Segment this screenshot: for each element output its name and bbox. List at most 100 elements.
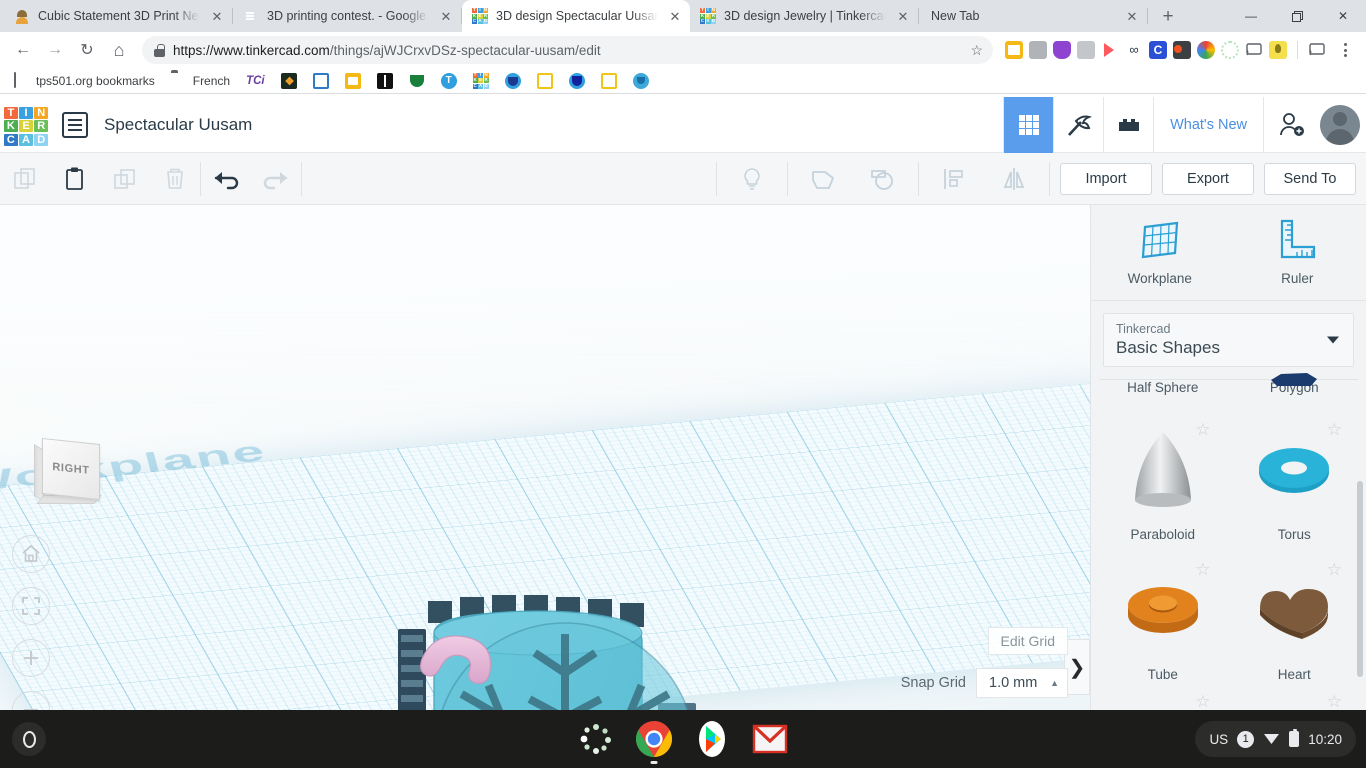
- shape-item-torus[interactable]: ☆ Torus: [1229, 410, 1361, 550]
- group-icon[interactable]: [798, 162, 848, 196]
- bookmark-item[interactable]: TCi: [240, 73, 271, 89]
- zoom-in-icon[interactable]: [12, 639, 50, 677]
- fit-to-view-icon[interactable]: [12, 587, 50, 625]
- cast-device-icon[interactable]: [1308, 41, 1326, 59]
- tinkercad-logo[interactable]: TIN KER CAD: [2, 105, 50, 146]
- whats-new-link[interactable]: What's New: [1153, 96, 1264, 153]
- forward-button[interactable]: →: [40, 35, 70, 65]
- shape-item-next[interactable]: ☆: [1097, 690, 1229, 710]
- lightbulb-note-icon[interactable]: [727, 162, 777, 196]
- home-button[interactable]: ⌂: [104, 35, 134, 65]
- new-tab-button[interactable]: +: [1154, 2, 1182, 30]
- invite-person-icon[interactable]: [1264, 97, 1320, 153]
- tab-close-icon[interactable]: ✕: [1123, 7, 1141, 25]
- tab-close-icon[interactable]: ✕: [208, 7, 226, 25]
- ungroup-icon[interactable]: [858, 162, 908, 196]
- bookmark-item[interactable]: T: [435, 71, 463, 91]
- shape-item-half-sphere[interactable]: Half Sphere: [1097, 380, 1229, 410]
- cast-icon[interactable]: [1245, 41, 1263, 59]
- shape-item-paraboloid[interactable]: ☆ Paraboloid: [1097, 410, 1229, 550]
- orange-dot-icon[interactable]: [1173, 41, 1191, 59]
- purple-extension-icon[interactable]: [1053, 41, 1071, 59]
- edit-grid-button[interactable]: Edit Grid: [987, 627, 1068, 655]
- page-title[interactable]: Spectacular Uusam: [104, 115, 252, 135]
- reload-button[interactable]: ↻: [72, 35, 102, 65]
- view-cube-face-label[interactable]: RIGHT: [42, 437, 100, 501]
- minimize-button[interactable]: —: [1228, 0, 1274, 32]
- colorful-circle-icon[interactable]: [1197, 41, 1215, 59]
- tab-close-icon[interactable]: ✕: [437, 7, 455, 25]
- back-button[interactable]: ←: [8, 35, 38, 65]
- infinity-icon[interactable]: ∞: [1125, 41, 1143, 59]
- bookmark-item[interactable]: [531, 71, 559, 91]
- duplicate-icon[interactable]: [100, 162, 150, 196]
- shape-item-next[interactable]: ☆: [1229, 690, 1361, 710]
- panel-scrollbar[interactable]: [1357, 481, 1363, 677]
- system-tray[interactable]: US 1 10:20: [1195, 721, 1356, 757]
- browser-tab[interactable]: New Tab ✕: [919, 0, 1147, 32]
- tab-minecraft[interactable]: [1053, 96, 1103, 153]
- chrome-icon[interactable]: [634, 719, 674, 764]
- favorite-star-icon[interactable]: ☆: [1327, 692, 1342, 710]
- bookmark-item[interactable]: [339, 71, 367, 91]
- bookmark-item[interactable]: [499, 71, 527, 91]
- designs-list-button[interactable]: [62, 111, 88, 138]
- browser-tab[interactable]: 3D printing contest. - Google Do ✕: [233, 0, 461, 32]
- browser-tab[interactable]: TIN KER CAD 3D design Jewelry | Tinkerca…: [690, 0, 918, 32]
- shape-item-polygon[interactable]: Polygon: [1229, 373, 1361, 410]
- ruler-tool[interactable]: Ruler: [1229, 205, 1366, 300]
- bookmark-item[interactable]: [595, 71, 623, 91]
- view-cube[interactable]: RIGHT: [30, 437, 102, 509]
- send-to-button[interactable]: Send To: [1264, 162, 1356, 195]
- bookmark-item[interactable]: [627, 71, 655, 91]
- bookmark-item[interactable]: TIN KER CAD: [467, 71, 495, 91]
- import-button[interactable]: Import: [1060, 162, 1152, 195]
- address-bar[interactable]: https://www.tinkercad.com/things/ajWJCrx…: [142, 36, 993, 64]
- bookmark-item[interactable]: ❖: [275, 71, 303, 91]
- browser-tab-active[interactable]: TIN KER CAD 3D design Spectacular Uusam …: [462, 0, 690, 32]
- loading-app-icon[interactable]: [576, 719, 616, 759]
- bookmark-item[interactable]: [563, 71, 591, 91]
- paste-icon[interactable]: [50, 162, 100, 196]
- mirror-icon[interactable]: [989, 162, 1039, 196]
- browser-tab[interactable]: Cubic Statement 3D Print Neckl ✕: [4, 0, 232, 32]
- blue-c-icon[interactable]: C: [1149, 41, 1167, 59]
- red-play-icon[interactable]: [1101, 41, 1119, 59]
- model-object[interactable]: [390, 593, 730, 710]
- loading-circle-icon[interactable]: [1221, 41, 1239, 59]
- undo-icon[interactable]: [201, 162, 251, 196]
- avatar[interactable]: [1320, 97, 1366, 153]
- play-store-icon[interactable]: [692, 719, 732, 759]
- shape-item-tube[interactable]: ☆ Tube: [1097, 550, 1229, 690]
- chrome-menu-button[interactable]: [1332, 37, 1358, 63]
- grey-extension-icon[interactable]: [1029, 41, 1047, 59]
- gmail-icon[interactable]: [750, 719, 790, 759]
- bookmark-item[interactable]: French: [165, 71, 236, 91]
- shape-item-heart[interactable]: ☆ Heart: [1229, 550, 1361, 690]
- shape-library-select[interactable]: Tinkercad Basic Shapes: [1103, 313, 1354, 367]
- favorite-star-icon[interactable]: ☆: [1195, 692, 1210, 710]
- google-classroom-icon[interactable]: [1005, 41, 1023, 59]
- maximize-button[interactable]: [1274, 0, 1320, 32]
- delete-icon[interactable]: [150, 162, 200, 196]
- align-icon[interactable]: [929, 162, 979, 196]
- design-canvas[interactable]: Workplane RIGHT ❯ Edit Grid Snap Grid 1.…: [0, 205, 1090, 710]
- copy-icon[interactable]: [0, 162, 50, 196]
- tab-blocks[interactable]: [1103, 96, 1153, 153]
- home-view-icon[interactable]: [12, 535, 50, 573]
- redo-icon[interactable]: [251, 162, 301, 196]
- bookmark-item[interactable]: tps501.org bookmarks: [8, 71, 161, 91]
- workplane-tool[interactable]: Workplane: [1091, 205, 1229, 300]
- tab-close-icon[interactable]: ✕: [894, 7, 912, 25]
- zoom-out-icon[interactable]: [12, 691, 50, 710]
- export-button[interactable]: Export: [1162, 162, 1254, 195]
- bookmark-item[interactable]: [403, 71, 431, 91]
- bookmark-item[interactable]: [307, 71, 335, 91]
- tab-3d-design[interactable]: [1003, 96, 1054, 153]
- close-window-button[interactable]: ✕: [1320, 0, 1366, 32]
- tab-close-icon[interactable]: ✕: [666, 7, 684, 25]
- star-icon[interactable]: ☆: [970, 42, 983, 59]
- snap-grid-select[interactable]: 1.0 mm ▲: [976, 668, 1068, 698]
- yellow-bulb-icon[interactable]: [1269, 41, 1287, 59]
- grey-door-icon[interactable]: [1077, 41, 1095, 59]
